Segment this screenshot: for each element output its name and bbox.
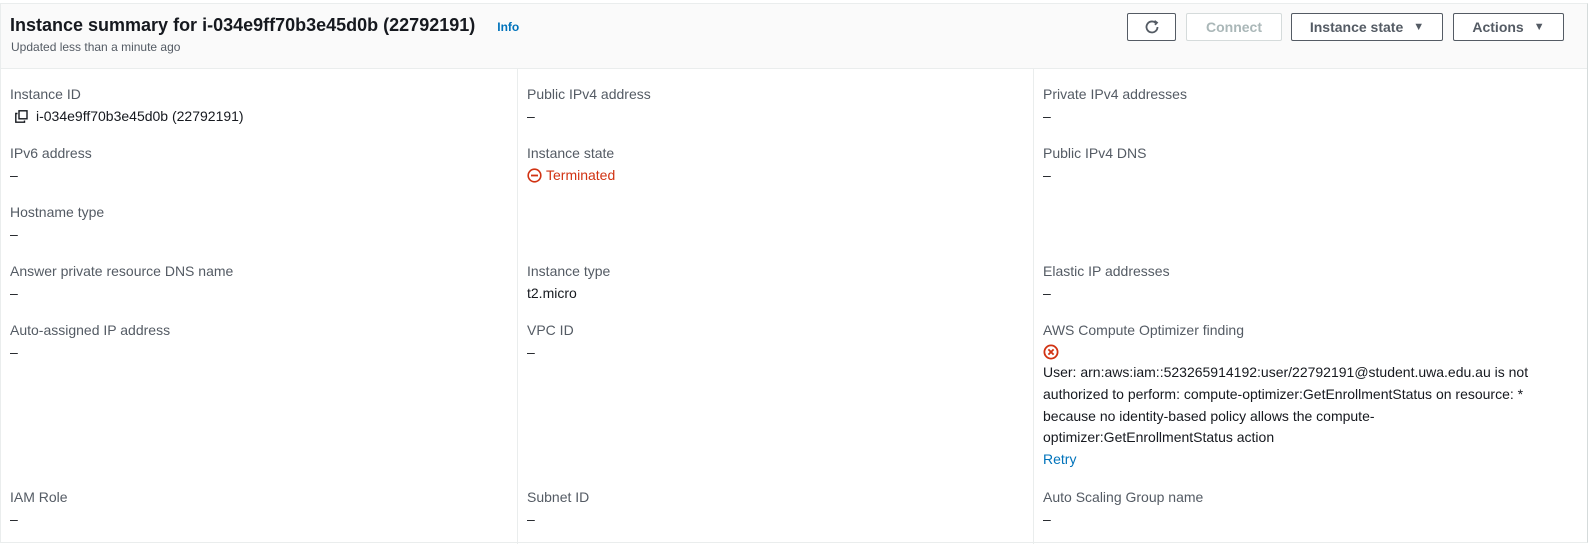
title-row: Instance summary for i-034e9ff70b3e45d0b… xyxy=(10,15,519,36)
field-public-ipv4: Public IPv4 address – xyxy=(527,85,1027,125)
field-value: – xyxy=(10,511,18,527)
field-value: – xyxy=(10,344,18,360)
field-hostname-type: Hostname type – xyxy=(10,203,510,243)
field-value xyxy=(1043,344,1543,360)
field-label: Subnet ID xyxy=(527,489,590,505)
field-value: – xyxy=(10,226,18,242)
actions-dropdown-label: Actions xyxy=(1472,19,1524,35)
instance-summary-panel: Instance summary for i-034e9ff70b3e45d0b… xyxy=(0,3,1588,544)
refresh-button[interactable] xyxy=(1127,13,1176,41)
field-value: i-034e9ff70b3e45d0b (22792191) xyxy=(10,107,510,125)
instance-state-dropdown[interactable]: Instance state ▼ xyxy=(1291,13,1443,41)
field-instance-id: Instance ID i-034e9ff70b3e45d0b (2279219… xyxy=(10,85,510,125)
field-label: Instance state xyxy=(527,145,615,161)
field-label: Answer private resource DNS name xyxy=(10,263,234,279)
actions-dropdown[interactable]: Actions ▼ xyxy=(1453,13,1564,41)
status-badge: Terminated xyxy=(546,167,616,183)
copy-icon[interactable] xyxy=(15,109,28,123)
field-value: – xyxy=(527,511,535,527)
info-link[interactable]: Info xyxy=(497,20,519,34)
field-vpc-id: VPC ID – xyxy=(527,321,1027,361)
field-label: Instance type xyxy=(527,263,611,279)
page-title: Instance summary for i-034e9ff70b3e45d0b… xyxy=(10,15,476,35)
field-label: Instance ID xyxy=(10,86,81,102)
field-instance-state: Instance state Terminated xyxy=(527,144,1027,184)
field-label: Auto-assigned IP address xyxy=(10,322,171,338)
instance-state-dropdown-label: Instance state xyxy=(1309,19,1404,35)
field-ipv6: IPv6 address – xyxy=(10,144,510,184)
retry-link[interactable]: Retry xyxy=(1043,449,1543,470)
updated-status: Updated less than a minute ago xyxy=(11,40,181,54)
field-compute-optimizer: AWS Compute Optimizer finding User: arn:… xyxy=(1043,321,1543,470)
field-subnet-id: Subnet ID – xyxy=(527,488,1027,528)
field-private-ipv4: Private IPv4 addresses – xyxy=(1043,85,1543,125)
field-label: IAM Role xyxy=(10,489,68,505)
field-iam-role: IAM Role – xyxy=(10,488,510,528)
field-label: Auto Scaling Group name xyxy=(1043,489,1204,505)
refresh-icon xyxy=(1143,18,1161,36)
caret-down-icon: ▼ xyxy=(1413,21,1425,33)
caret-down-icon: ▼ xyxy=(1533,21,1545,33)
field-value: – xyxy=(1043,285,1051,301)
field-auto-assigned-ip: Auto-assigned IP address – xyxy=(10,321,510,361)
minus-circle-icon xyxy=(527,167,542,183)
field-answer-dns: Answer private resource DNS name – xyxy=(10,262,510,302)
optimizer-error-message: User: arn:aws:iam::523265914192:user/227… xyxy=(1043,364,1529,446)
field-label: AWS Compute Optimizer finding xyxy=(1043,322,1244,338)
details-grid: Instance ID i-034e9ff70b3e45d0b (2279219… xyxy=(1,69,1587,544)
field-value: – xyxy=(10,285,18,301)
field-label: VPC ID xyxy=(527,322,574,338)
field-label: Elastic IP addresses xyxy=(1043,263,1170,279)
panel-header: Instance summary for i-034e9ff70b3e45d0b… xyxy=(1,4,1587,69)
field-instance-type: Instance type t2.micro xyxy=(527,262,1027,302)
field-label: IPv6 address xyxy=(10,145,92,161)
field-value: – xyxy=(527,108,535,124)
field-label: Private IPv4 addresses xyxy=(1043,86,1187,102)
instance-id-value: i-034e9ff70b3e45d0b (22792191) xyxy=(36,108,244,124)
column-divider xyxy=(1033,69,1034,544)
field-value: Terminated xyxy=(527,166,1027,184)
error-x-icon xyxy=(1043,344,1059,360)
field-asg-name: Auto Scaling Group name – xyxy=(1043,488,1543,528)
field-value: – xyxy=(1043,167,1051,183)
column-divider xyxy=(517,69,518,544)
field-value: – xyxy=(10,167,18,183)
field-public-dns: Public IPv4 DNS – xyxy=(1043,144,1543,184)
connect-button[interactable]: Connect xyxy=(1186,13,1282,41)
field-elastic-ip: Elastic IP addresses – xyxy=(1043,262,1543,302)
field-value: – xyxy=(1043,511,1051,527)
field-value: – xyxy=(527,344,535,360)
field-value: – xyxy=(1043,108,1051,124)
field-label: Hostname type xyxy=(10,204,105,220)
field-label: Public IPv4 address xyxy=(527,86,651,102)
field-value: t2.micro xyxy=(527,285,577,301)
field-label: Public IPv4 DNS xyxy=(1043,145,1147,161)
